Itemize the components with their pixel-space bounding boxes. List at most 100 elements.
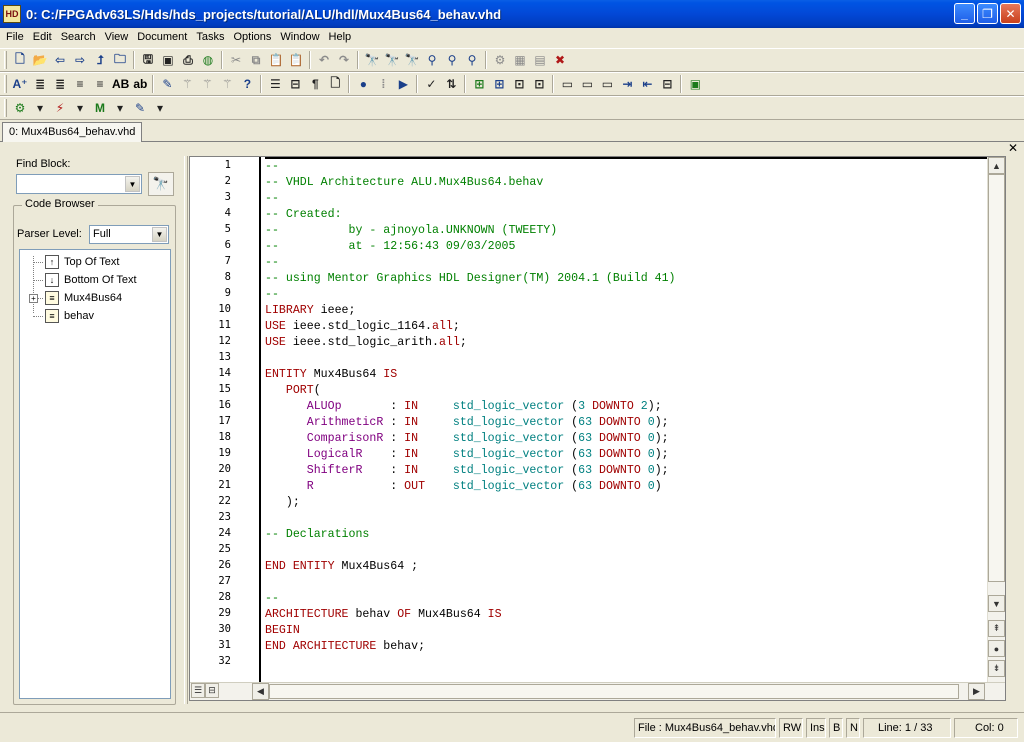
expand-plus-icon[interactable]: + xyxy=(29,294,38,303)
find-binoculars-icon[interactable]: 🔭 xyxy=(148,172,174,196)
run-icon[interactable]: ▶ xyxy=(393,74,413,94)
tree-item-bottom-of-text[interactable]: ↓ Bottom Of Text xyxy=(20,271,137,289)
code-line[interactable]: LIBRARY ieee; xyxy=(265,303,355,319)
page-up-icon[interactable]: ⇞ xyxy=(988,620,1005,637)
close-editor-icon[interactable]: ✕ xyxy=(1006,141,1020,155)
wand-next-icon[interactable]: ⚚ xyxy=(197,74,217,94)
dropdown-arrow-icon[interactable]: ▾ xyxy=(30,98,50,118)
find-icon[interactable]: 🔭 xyxy=(362,50,382,70)
code-line[interactable]: END ARCHITECTURE behav; xyxy=(265,639,425,655)
menu-document[interactable]: Document xyxy=(133,29,191,46)
view-split-icon[interactable]: ⊟ xyxy=(205,683,219,698)
spell-check-icon[interactable]: ✓ xyxy=(421,74,441,94)
uncomment-block-icon[interactable]: ≡ xyxy=(90,74,110,94)
menu-view[interactable]: View xyxy=(101,29,133,46)
code-line[interactable]: -- Created: xyxy=(265,207,342,223)
synthesis-icon[interactable]: ✎ xyxy=(130,98,150,118)
new-file-icon[interactable]: 🗋 xyxy=(10,50,30,70)
tab-document[interactable]: 0: Mux4Bus64_behav.vhd xyxy=(2,122,143,142)
code-line[interactable]: ALUOp : IN std_logic_vector (3 DOWNTO 2)… xyxy=(265,399,662,415)
browse-folder-icon[interactable]: 🗀 xyxy=(110,50,130,70)
code-line[interactable]: USE ieee.std_logic_1164.all; xyxy=(265,319,460,335)
window-previous-icon[interactable]: ⇤ xyxy=(637,74,657,94)
code-text-area[interactable]: -- -- VHDL Architecture ALU.Mux4Bus64.beh… xyxy=(265,157,987,683)
code-line[interactable]: -- by - ajnoyola.UNKNOWN (TWEETY) xyxy=(265,223,557,239)
dropdown-arrow-icon[interactable]: ▾ xyxy=(110,98,130,118)
code-line[interactable]: LogicalR : IN std_logic_vector (63 DOWNT… xyxy=(265,447,669,463)
window-tile-icon[interactable]: ▭ xyxy=(597,74,617,94)
word-wrap-icon[interactable]: ⊟ xyxy=(285,74,305,94)
code-line[interactable]: -- using Mentor Graphics HDL Designer(TM… xyxy=(265,271,676,287)
page-down-icon[interactable]: ⇟ xyxy=(988,660,1005,677)
window-split-icon[interactable]: ⊟ xyxy=(657,74,677,94)
vertical-scroll-thumb[interactable] xyxy=(988,174,1005,582)
bookmark-next-icon[interactable]: ⚲ xyxy=(442,50,462,70)
collapse-icon[interactable]: ⊡ xyxy=(529,74,549,94)
code-line[interactable]: ARCHITECTURE behav OF Mux4Bus64 IS xyxy=(265,607,502,623)
hierarchy-icon[interactable]: ⊞ xyxy=(469,74,489,94)
back-arrow-icon[interactable]: ⇦ xyxy=(50,50,70,70)
code-line[interactable]: R : OUT std_logic_vector (63 DOWNTO 0) xyxy=(265,479,662,495)
find-block-combobox[interactable]: ▼ xyxy=(16,174,142,194)
toolbar-grip[interactable] xyxy=(4,51,7,69)
check-icon[interactable]: ▦ xyxy=(510,50,530,70)
code-line[interactable]: -- xyxy=(265,287,279,303)
globe-icon[interactable]: ◍ xyxy=(198,50,218,70)
copy-icon[interactable]: ⧉ xyxy=(246,50,266,70)
horizontal-scroll-thumb[interactable] xyxy=(269,684,959,699)
lowercase-button[interactable]: ab xyxy=(131,74,149,94)
simulate-icon[interactable]: ⚡ xyxy=(50,98,70,118)
menu-search[interactable]: Search xyxy=(57,29,100,46)
line-numbers-icon[interactable]: ☰ xyxy=(265,74,285,94)
uppercase-button[interactable]: AB xyxy=(110,74,131,94)
design-manager-icon[interactable]: ⚙ xyxy=(10,98,30,118)
view-normal-icon[interactable]: ☰ xyxy=(191,683,205,698)
save-icon[interactable]: 🖫 xyxy=(138,50,158,70)
code-line[interactable]: -- xyxy=(265,159,279,175)
code-line[interactable]: -- VHDL Architecture ALU.Mux4Bus64.behav xyxy=(265,175,543,191)
wand-icon[interactable]: ⚚ xyxy=(177,74,197,94)
step-icon[interactable]: ⁞ xyxy=(373,74,393,94)
chevron-down-icon[interactable]: ▼ xyxy=(125,176,140,192)
window-icon[interactable]: ▭ xyxy=(557,74,577,94)
sort-icon[interactable]: ⇅ xyxy=(441,74,461,94)
code-line[interactable]: ComparisonR : IN std_logic_vector (63 DO… xyxy=(265,431,669,447)
code-line[interactable]: -- Declarations xyxy=(265,527,369,543)
code-line[interactable]: ENTITY Mux4Bus64 IS xyxy=(265,367,397,383)
wand-clear-icon[interactable]: ⚚ xyxy=(217,74,237,94)
chevron-down-icon[interactable]: ▼ xyxy=(152,227,167,242)
menu-tasks[interactable]: Tasks xyxy=(192,29,228,46)
code-line[interactable]: BEGIN xyxy=(265,623,300,639)
up-folder-icon[interactable]: ⮥ xyxy=(90,50,110,70)
open-folder-icon[interactable]: 📂 xyxy=(30,50,50,70)
code-line[interactable]: -- xyxy=(265,255,279,271)
find-next-icon[interactable]: 🔭 xyxy=(382,50,402,70)
window-next-icon[interactable]: ⇥ xyxy=(617,74,637,94)
menu-file[interactable]: File xyxy=(2,29,28,46)
scroll-up-icon[interactable]: ▲ xyxy=(988,157,1005,174)
scroll-center-icon[interactable]: ● xyxy=(988,640,1005,657)
redo-icon[interactable]: ↷ xyxy=(334,50,354,70)
paste-special-icon[interactable]: 📋 xyxy=(286,50,306,70)
comment-block-icon[interactable]: ≡ xyxy=(70,74,90,94)
menu-window[interactable]: Window xyxy=(276,29,323,46)
restore-button[interactable]: ❐ xyxy=(977,3,998,24)
code-line[interactable]: USE ieee.std_logic_arith.all; xyxy=(265,335,467,351)
save-all-icon[interactable]: ▣ xyxy=(158,50,178,70)
settings-icon[interactable]: ▤ xyxy=(530,50,550,70)
code-line[interactable]: PORT( xyxy=(265,383,321,399)
close-button[interactable]: ✕ xyxy=(1000,3,1021,24)
cut-icon[interactable]: ✂ xyxy=(226,50,246,70)
pane-splitter[interactable] xyxy=(184,156,188,704)
breakpoint-icon[interactable]: ● xyxy=(353,74,373,94)
compile-icon[interactable]: ⚙ xyxy=(490,50,510,70)
code-line[interactable]: -- xyxy=(265,591,279,607)
outdent-icon[interactable]: ≣ xyxy=(50,74,70,94)
page-icon[interactable]: 🗋 xyxy=(325,74,345,94)
bookmark-toggle-icon[interactable]: ⚲ xyxy=(422,50,442,70)
toolbar-grip[interactable] xyxy=(4,99,7,117)
tree-item-behav[interactable]: ≡ behav xyxy=(20,307,94,325)
expand-icon[interactable]: ⊡ xyxy=(509,74,529,94)
help-tool-icon[interactable]: ? xyxy=(237,74,257,94)
text-format-icon[interactable]: A⁺ xyxy=(10,74,30,94)
